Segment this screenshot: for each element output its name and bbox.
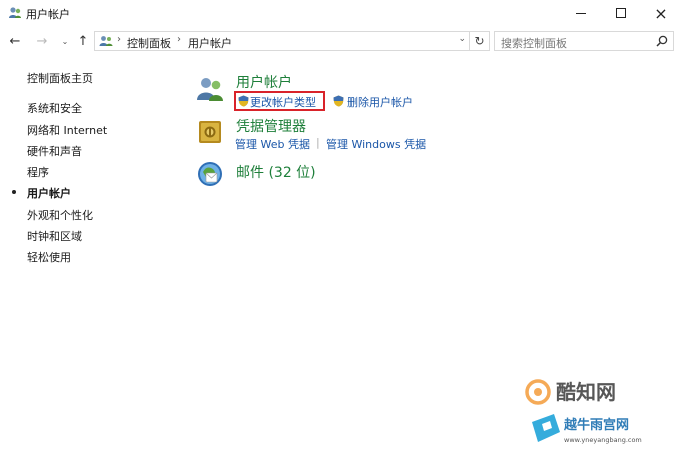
category-credential-manager[interactable]: 凭据管理器 <box>236 116 306 136</box>
breadcrumb-user-accounts[interactable]: 用户帐户 <box>188 35 232 51</box>
remove-user-account-link[interactable]: 删除用户帐户 <box>347 94 413 110</box>
close-icon: × <box>654 3 668 23</box>
search-box[interactable]: 搜索控制面板 <box>494 31 674 51</box>
recent-locations-button[interactable]: ⌄ <box>56 32 74 50</box>
svg-text:越牛雨宫网: 越牛雨宫网 <box>563 417 629 433</box>
sidebar-item-programs[interactable]: 程序 <box>27 164 49 180</box>
user-accounts-icon[interactable] <box>196 75 224 103</box>
title-bar: 用户帐户 × <box>0 0 682 26</box>
up-button[interactable]: ↑ <box>74 32 92 50</box>
back-button[interactable]: ← <box>6 32 24 50</box>
control-panel-icon <box>99 36 113 46</box>
sidebar-item-network-internet[interactable]: 网络和 Internet <box>27 122 107 138</box>
chevron-down-icon[interactable]: ⌄ <box>458 34 466 44</box>
active-indicator <box>12 190 16 194</box>
close-button[interactable]: × <box>641 0 681 26</box>
highlight-box <box>234 91 325 111</box>
category-mail[interactable]: 邮件 (32 位) <box>236 162 316 182</box>
uac-shield-icon <box>333 95 344 107</box>
minimize-icon <box>576 12 586 14</box>
sidebar-item-hardware-sound[interactable]: 硬件和声音 <box>27 143 82 159</box>
maximize-icon <box>616 8 626 18</box>
arrow-left-icon: ← <box>9 33 21 49</box>
manage-windows-credentials-link[interactable]: 管理 Windows 凭据 <box>326 136 426 152</box>
address-bar[interactable]: › 控制面板 › 用户帐户 ⌄ <box>94 31 470 51</box>
chevron-down-icon: ⌄ <box>61 36 69 46</box>
arrow-up-icon: ↑ <box>77 33 89 49</box>
refresh-icon: ↻ <box>474 34 485 48</box>
credential-manager-icon[interactable] <box>196 118 224 146</box>
navigation-bar: ← → ⌄ ↑ › 控制面板 › 用户帐户 ⌄ ↻ 搜索控制面板 <box>0 28 682 54</box>
user-accounts-icon <box>9 7 21 18</box>
sidebar-home-link[interactable]: 控制面板主页 <box>27 70 93 86</box>
sidebar-item-ease-of-access[interactable]: 轻松使用 <box>27 249 71 265</box>
arrow-right-icon: → <box>36 33 48 49</box>
link-separator: | <box>316 136 320 149</box>
minimize-button[interactable] <box>561 0 601 26</box>
watermark-logo: 酷知网 越牛雨宫网 www.yneyangbang.com <box>525 379 642 444</box>
sidebar-item-user-accounts[interactable]: 用户帐户 <box>27 185 71 201</box>
breadcrumb-separator: › <box>117 34 121 45</box>
search-input[interactable]: 搜索控制面板 <box>501 35 567 51</box>
maximize-button[interactable] <box>601 0 641 26</box>
sidebar-item-system-security[interactable]: 系统和安全 <box>27 100 82 116</box>
mail-icon[interactable] <box>196 160 224 188</box>
sidebar-item-appearance[interactable]: 外观和个性化 <box>27 207 93 223</box>
sidebar-item-clock-region[interactable]: 时钟和区域 <box>27 228 82 244</box>
search-icon[interactable] <box>656 35 668 47</box>
refresh-button[interactable]: ↻ <box>470 31 490 51</box>
svg-text:酷知网: 酷知网 <box>556 380 616 404</box>
category-user-accounts[interactable]: 用户帐户 <box>236 72 292 92</box>
svg-text:www.yneyangbang.com: www.yneyangbang.com <box>564 436 642 444</box>
manage-web-credentials-link[interactable]: 管理 Web 凭据 <box>235 136 310 152</box>
forward-button[interactable]: → <box>33 32 51 50</box>
breadcrumb-control-panel[interactable]: 控制面板 <box>127 35 171 51</box>
window-title: 用户帐户 <box>26 8 70 21</box>
breadcrumb-separator: › <box>177 34 181 45</box>
